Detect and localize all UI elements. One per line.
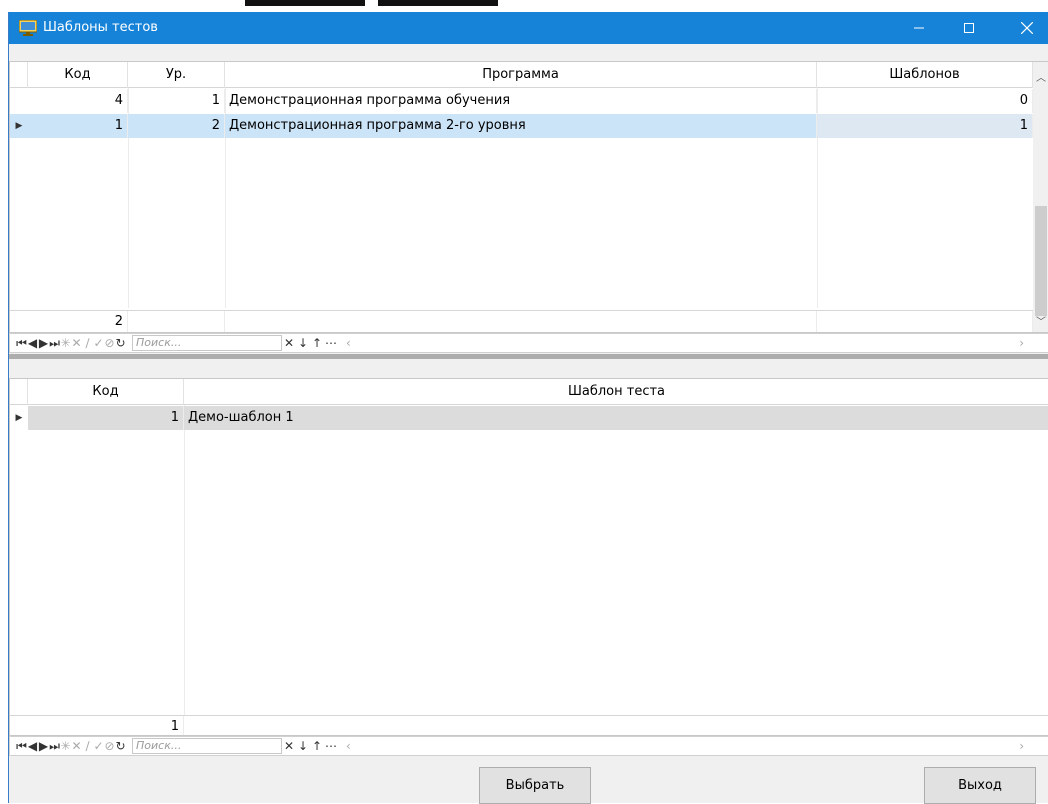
indicator-column-header xyxy=(10,379,28,405)
cancel-icon[interactable]: ⊘ xyxy=(104,334,115,352)
scroll-left-icon[interactable]: ‹ xyxy=(346,336,351,350)
post-icon[interactable]: ✓ xyxy=(93,334,104,352)
cell-template: Демо-шаблон 1 xyxy=(184,406,1048,430)
close-icon xyxy=(1021,22,1033,34)
select-button[interactable]: Выбрать xyxy=(479,767,591,804)
cell-program: Демонстрационная программа 2-го уровня xyxy=(225,114,817,138)
clear-search-icon[interactable]: ✕ xyxy=(282,739,296,753)
post-icon[interactable]: ✓ xyxy=(93,737,104,755)
scroll-right-icon[interactable]: › xyxy=(1019,739,1024,753)
scroll-down-icon[interactable]: ﹀ xyxy=(1033,312,1048,328)
insert-icon[interactable]: ✳ xyxy=(60,737,71,755)
scroll-right-icon[interactable]: › xyxy=(1019,336,1024,350)
refresh-icon[interactable]: ↻ xyxy=(115,334,126,352)
maximize-icon xyxy=(964,23,974,33)
search-input[interactable]: Поиск... xyxy=(132,738,282,754)
table-row-selected[interactable]: ▶ 1 Демо-шаблон 1 xyxy=(10,406,1048,430)
templates-count: 1 xyxy=(28,716,184,735)
cell-program: Демонстрационная программа обучения xyxy=(225,89,817,113)
cell-templates: 1 xyxy=(817,114,1033,138)
programs-count: 2 xyxy=(28,311,128,332)
cancel-icon[interactable]: ⊘ xyxy=(104,737,115,755)
clear-search-icon[interactable]: ✕ xyxy=(282,336,296,350)
splitter[interactable] xyxy=(9,354,1048,359)
templates-navigator: ⏮ ◀ ▶ ⏭ ✳ ✕ ∕ ✓ ⊘ ↻ Поиск... ✕ ↓ ↑ ⋯ ‹ › xyxy=(9,736,1048,756)
templates-grid-footer: 1 xyxy=(10,715,1048,735)
prev-record-icon[interactable]: ◀ xyxy=(27,334,38,352)
close-button[interactable] xyxy=(1004,12,1048,44)
refresh-icon[interactable]: ↻ xyxy=(115,737,126,755)
scroll-left-icon[interactable]: ‹ xyxy=(346,739,351,753)
table-row[interactable]: 4 1 Демонстрационная программа обучения … xyxy=(10,89,1033,113)
last-record-icon[interactable]: ⏭ xyxy=(49,737,60,755)
next-record-icon[interactable]: ▶ xyxy=(38,334,49,352)
search-prev-icon[interactable]: ↑ xyxy=(310,739,324,753)
scroll-up-icon[interactable]: ︿ xyxy=(1033,68,1048,84)
programs-navigator: ⏮ ◀ ▶ ⏭ ✳ ✕ ∕ ✓ ⊘ ↻ Поиск... ✕ ↓ ↑ ⋯ ‹ › xyxy=(9,333,1048,353)
title-bar[interactable]: Шаблоны тестов xyxy=(9,12,1048,44)
indicator-column-header xyxy=(10,62,28,88)
column-header-code[interactable]: Код xyxy=(28,62,128,88)
search-prev-icon[interactable]: ↑ xyxy=(310,336,324,350)
search-next-icon[interactable]: ↓ xyxy=(296,336,310,350)
current-row-arrow-icon: ▶ xyxy=(15,121,23,131)
search-input[interactable]: Поиск... xyxy=(132,335,282,351)
cell-code: 1 xyxy=(28,114,128,138)
minimize-button[interactable] xyxy=(896,12,942,44)
insert-icon[interactable]: ✳ xyxy=(60,334,71,352)
exit-button[interactable]: Выход xyxy=(924,767,1036,804)
programs-grid-footer: 2 xyxy=(10,310,1033,332)
maximize-button[interactable] xyxy=(946,12,992,44)
more-icon[interactable]: ⋯ xyxy=(324,739,338,753)
column-header-template[interactable]: Шаблон теста xyxy=(184,379,1048,405)
delete-icon[interactable]: ✕ xyxy=(71,334,82,352)
last-record-icon[interactable]: ⏭ xyxy=(49,334,60,352)
templates-grid-header: Код Шаблон теста xyxy=(10,379,1048,405)
templates-window: Шаблоны тестов Код Ур. Программа Шаблоно… xyxy=(8,12,1048,804)
delete-icon[interactable]: ✕ xyxy=(71,737,82,755)
cell-level: 1 xyxy=(128,89,225,113)
background-window-strip xyxy=(0,0,1048,12)
table-row-selected[interactable]: ▶ 1 2 Демонстрационная программа 2-го ур… xyxy=(10,114,1033,138)
edit-icon[interactable]: ∕ xyxy=(82,334,93,352)
column-header-templates[interactable]: Шаблонов xyxy=(817,62,1033,88)
window-title: Шаблоны тестов xyxy=(43,20,158,35)
prev-record-icon[interactable]: ◀ xyxy=(27,737,38,755)
first-record-icon[interactable]: ⏮ xyxy=(16,737,27,755)
column-header-level[interactable]: Ур. xyxy=(128,62,225,88)
row-indicator xyxy=(10,89,28,113)
programs-grid[interactable]: Код Ур. Программа Шаблонов 4 1 Демонстра… xyxy=(9,61,1048,333)
programs-vertical-scrollbar[interactable]: ︿ ﹀ xyxy=(1033,62,1048,332)
edit-icon[interactable]: ∕ xyxy=(82,737,93,755)
cell-level: 2 xyxy=(128,114,225,138)
cell-templates: 0 xyxy=(817,89,1033,113)
next-record-icon[interactable]: ▶ xyxy=(38,737,49,755)
current-row-arrow-icon: ▶ xyxy=(10,406,28,430)
cell-code: 1 xyxy=(28,406,184,430)
scroll-thumb[interactable] xyxy=(1035,206,1047,316)
column-header-program[interactable]: Программа xyxy=(225,62,817,88)
minimize-icon xyxy=(914,27,924,29)
programs-grid-header: Код Ур. Программа Шаблонов xyxy=(10,62,1033,88)
column-header-code[interactable]: Код xyxy=(28,379,184,405)
templates-grid[interactable]: Код Шаблон теста ▶ 1 Демо-шаблон 1 1 xyxy=(9,378,1048,736)
cell-code: 4 xyxy=(28,89,128,113)
app-monitor-icon xyxy=(19,20,37,36)
more-icon[interactable]: ⋯ xyxy=(324,336,338,350)
search-next-icon[interactable]: ↓ xyxy=(296,739,310,753)
first-record-icon[interactable]: ⏮ xyxy=(16,334,27,352)
